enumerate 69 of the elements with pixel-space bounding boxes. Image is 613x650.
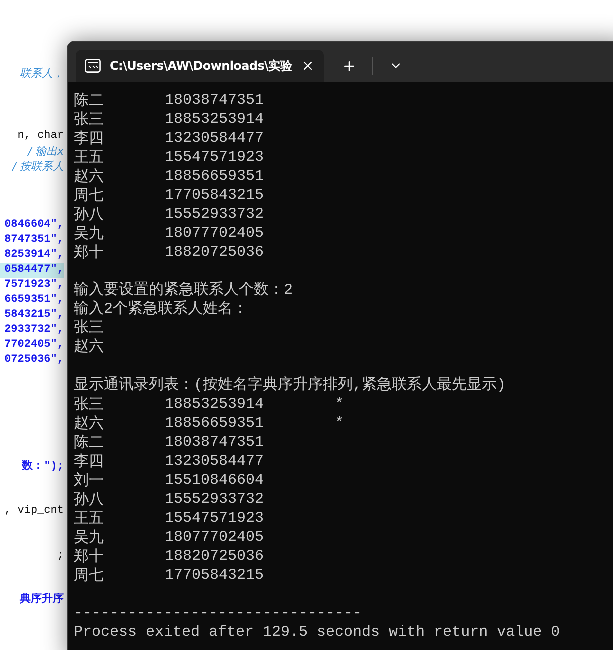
close-icon[interactable] bbox=[301, 59, 315, 73]
contact-name: 陈二 bbox=[74, 433, 105, 452]
console-line: -------------------------------- bbox=[74, 604, 362, 623]
tab-title: C:\Users\AW\Downloads\实验 bbox=[110, 58, 292, 75]
contact-name: 郑十 bbox=[74, 547, 105, 566]
console-line: Process exited after 129.5 seconds with return value 0 bbox=[74, 623, 560, 642]
phone-number: 18077702405 bbox=[165, 528, 266, 547]
contact-name: 王五 bbox=[74, 148, 105, 167]
console-line: 输入2个紧急联系人姓名： bbox=[74, 300, 248, 319]
phone-number: 18853253914 bbox=[165, 110, 266, 129]
emergency-mark: * bbox=[335, 395, 344, 414]
code-text: / 按联系人 bbox=[12, 159, 64, 174]
code-text: 联系人， bbox=[20, 66, 64, 81]
console-line: 显示通讯录列表：(按姓名字典序升序排列,紧急联系人最先显示) bbox=[74, 376, 506, 395]
contact-name: 周七 bbox=[74, 566, 105, 585]
contact-name: 张三 bbox=[74, 395, 105, 414]
phone-number: 15547571923 bbox=[165, 148, 266, 167]
contact-name: 孙八 bbox=[74, 205, 105, 224]
terminal-tab[interactable]: C:\Users\AW\Downloads\实验 bbox=[76, 50, 324, 82]
code-text: 0725036", bbox=[4, 353, 64, 368]
contact-name: 刘一 bbox=[74, 471, 105, 490]
code-text: ; bbox=[57, 549, 64, 564]
console-line: 张三 bbox=[74, 319, 104, 338]
console-line: 输入要设置的紧急联系人个数：2 bbox=[74, 281, 294, 300]
phone-number: 18820725036 bbox=[165, 547, 266, 566]
plus-icon bbox=[342, 58, 356, 74]
phone-number: 13230584477 bbox=[165, 452, 266, 471]
code-text: 5843215", bbox=[4, 308, 64, 323]
phone-number: 18820725036 bbox=[165, 243, 266, 262]
phone-number: 15552933732 bbox=[165, 490, 266, 509]
phone-number: 18077702405 bbox=[165, 224, 266, 243]
contact-name: 陈二 bbox=[74, 91, 105, 110]
contact-name: 赵六 bbox=[74, 167, 105, 186]
phone-number: 15510846604 bbox=[165, 471, 266, 490]
code-text: 8253914", bbox=[4, 248, 64, 263]
contact-name: 吴九 bbox=[74, 528, 105, 547]
contact-name: 张三 bbox=[74, 110, 105, 129]
code-text: / 输出x bbox=[28, 144, 64, 159]
terminal-icon bbox=[85, 59, 101, 73]
contact-name: 孙八 bbox=[74, 490, 105, 509]
code-text: 0584477", bbox=[4, 263, 64, 278]
phone-number: 18038747351 bbox=[165, 433, 266, 452]
contact-name: 赵六 bbox=[74, 414, 105, 433]
phone-number: 15552933732 bbox=[165, 205, 266, 224]
phone-number: 18856659351 bbox=[165, 167, 266, 186]
contact-name: 周七 bbox=[74, 186, 105, 205]
contact-name: 李四 bbox=[74, 452, 105, 471]
phone-number: 18856659351 bbox=[165, 414, 266, 433]
phone-number: 13230584477 bbox=[165, 129, 266, 148]
code-text: 7702405", bbox=[4, 338, 64, 353]
phone-number: 15547571923 bbox=[165, 509, 266, 528]
code-text: , vip_cnt bbox=[4, 504, 64, 519]
code-text: 0846604", bbox=[4, 218, 64, 233]
phone-number: 18038747351 bbox=[165, 91, 266, 110]
contact-name: 吴九 bbox=[74, 224, 105, 243]
code-text: 7571923", bbox=[4, 278, 64, 293]
code-text: 8747351", bbox=[4, 233, 64, 248]
code-text: 数："); bbox=[22, 460, 64, 475]
phone-number: 17705843215 bbox=[165, 186, 266, 205]
contact-name: 郑十 bbox=[74, 243, 105, 262]
phone-number: 17705843215 bbox=[165, 566, 266, 585]
contact-name: 李四 bbox=[74, 129, 105, 148]
emergency-mark: * bbox=[335, 414, 344, 433]
phone-number: 18853253914 bbox=[165, 395, 266, 414]
code-text: 6659351", bbox=[4, 293, 64, 308]
contact-name: 王五 bbox=[74, 509, 105, 528]
code-text: 2933732", bbox=[4, 323, 64, 338]
code-text: n, char bbox=[18, 129, 64, 144]
console-line: 赵六 bbox=[74, 338, 104, 357]
